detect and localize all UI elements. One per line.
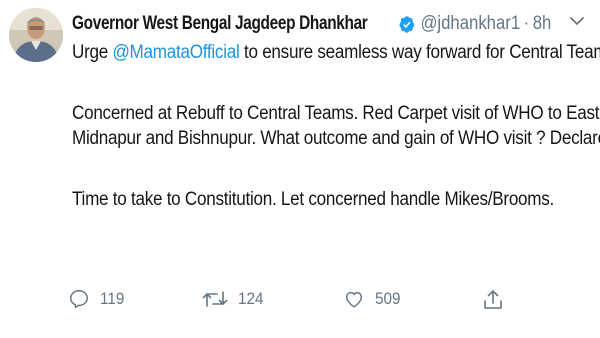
tweet-line-1: Urge @MamataOfficial to ensure seamless …	[72, 40, 600, 65]
share-button[interactable]	[482, 288, 504, 312]
tweet-actions: 119 124 509	[60, 288, 520, 318]
reply-icon	[70, 290, 88, 308]
verified-badge-icon	[398, 15, 415, 34]
tweet-card[interactable]: Governor West Bengal Jagdeep Dhankhar @j…	[0, 0, 600, 338]
reply-button[interactable]: 119	[68, 288, 127, 310]
mention-link[interactable]: @MamataOfficial	[112, 42, 239, 63]
heart-icon	[345, 291, 363, 308]
tweet-header: Governor West Bengal Jagdeep Dhankhar @j…	[72, 12, 600, 36]
tweet-line-4: Time to take to Constitution. Let concer…	[72, 189, 555, 210]
tweet-text: Urge @MamataOfficial to ensure seamless …	[72, 40, 600, 212]
text-segment: Urge	[72, 42, 113, 63]
retweet-count: 124	[238, 289, 264, 308]
share-icon	[484, 290, 502, 309]
tweet-timestamp[interactable]: 8h	[533, 13, 552, 35]
tweet-line-2: Concerned at Rebuff to Central Teams. Re…	[72, 103, 600, 124]
tweet-line-3: Midnapur and Bishnupur. What outcome and…	[72, 128, 600, 149]
user-handle[interactable]: @jdhankhar1	[420, 13, 520, 35]
retweet-button[interactable]: 124	[202, 288, 266, 310]
like-count: 509	[375, 289, 401, 308]
chevron-down-icon[interactable]	[568, 12, 586, 30]
separator-dot: ·	[523, 13, 530, 34]
text-segment: to ensure seamless way forward for Centr…	[239, 42, 600, 63]
reply-count: 119	[100, 289, 125, 308]
like-button[interactable]: 509	[343, 288, 403, 310]
avatar[interactable]	[9, 8, 63, 62]
retweet-icon	[202, 291, 228, 307]
display-name[interactable]: Governor West Bengal Jagdeep Dhankhar	[72, 13, 368, 35]
